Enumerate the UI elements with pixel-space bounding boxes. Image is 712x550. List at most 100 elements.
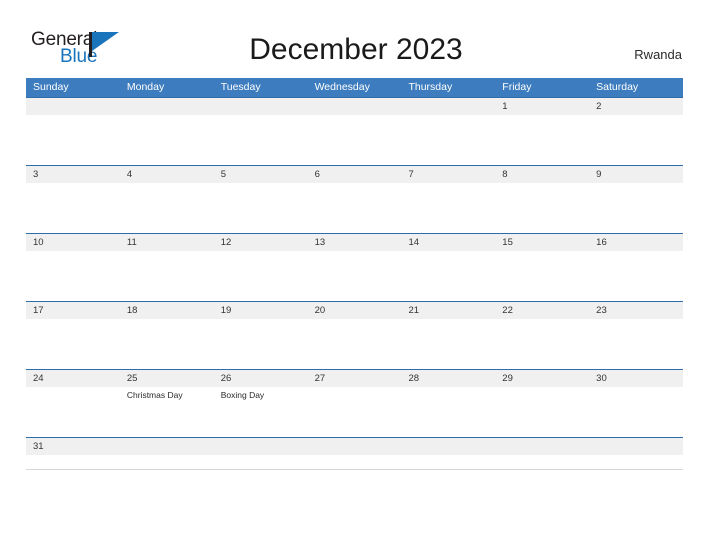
week-row: 31 [26, 437, 683, 470]
day-event [589, 319, 683, 369]
page-header: General Blue December 2023 Rwanda [0, 0, 712, 76]
day-number[interactable]: 28 [401, 370, 495, 387]
weekday-wednesday: Wednesday [314, 81, 370, 93]
week-date-band: 10 11 12 13 14 15 16 [26, 234, 683, 251]
day-number[interactable]: 31 [26, 438, 120, 455]
day-number[interactable]: 24 [26, 370, 120, 387]
day-event [495, 455, 589, 469]
day-event [308, 251, 402, 301]
day-event [308, 183, 402, 233]
calendar-grid: Sunday Monday Tuesday Wednesday Thursday… [26, 78, 683, 470]
day-number[interactable]: 23 [589, 302, 683, 319]
week-row: 1 2 [26, 97, 683, 165]
day-event [26, 115, 120, 165]
day-number[interactable] [26, 98, 120, 115]
day-number[interactable]: 18 [120, 302, 214, 319]
day-number[interactable]: 12 [214, 234, 308, 251]
page-title: December 2023 [249, 33, 463, 66]
day-event [401, 455, 495, 469]
weekday-header-row: Sunday Monday Tuesday Wednesday Thursday… [26, 78, 683, 97]
day-number[interactable]: 25 [120, 370, 214, 387]
day-number[interactable]: 7 [401, 166, 495, 183]
day-number[interactable] [401, 98, 495, 115]
day-event [26, 455, 120, 469]
day-event [26, 319, 120, 369]
day-number[interactable] [120, 438, 214, 455]
week-event-band [26, 319, 683, 369]
day-event [120, 455, 214, 469]
day-event [589, 183, 683, 233]
country-label: Rwanda [634, 47, 682, 62]
weekday-tuesday: Tuesday [220, 81, 261, 93]
weekday-saturday: Saturday [596, 81, 639, 93]
day-event [214, 455, 308, 469]
day-event [589, 455, 683, 469]
week-date-band: 31 [26, 438, 683, 455]
day-number[interactable] [589, 438, 683, 455]
weekday-monday: Monday [126, 81, 165, 93]
day-event [401, 319, 495, 369]
day-event [308, 387, 402, 437]
day-number[interactable]: 20 [308, 302, 402, 319]
week-event-band [26, 183, 683, 233]
day-event-christmas: Christmas Day [126, 390, 183, 400]
day-number[interactable]: 26 [214, 370, 308, 387]
day-event [495, 319, 589, 369]
day-number[interactable]: 10 [26, 234, 120, 251]
day-number[interactable]: 6 [308, 166, 402, 183]
day-event [26, 183, 120, 233]
day-number[interactable]: 16 [589, 234, 683, 251]
week-row: 3 4 5 6 7 8 9 [26, 165, 683, 233]
day-event [589, 387, 683, 437]
week-date-band: 17 18 19 20 21 22 23 [26, 302, 683, 319]
day-number[interactable] [214, 98, 308, 115]
day-number[interactable]: 27 [308, 370, 402, 387]
day-number[interactable] [308, 438, 402, 455]
day-event [495, 387, 589, 437]
day-number[interactable]: 8 [495, 166, 589, 183]
week-event-band [26, 455, 683, 469]
day-number[interactable]: 22 [495, 302, 589, 319]
day-number[interactable] [401, 438, 495, 455]
day-number[interactable]: 9 [589, 166, 683, 183]
day-event [401, 115, 495, 165]
week-date-band: 3 4 5 6 7 8 9 [26, 166, 683, 183]
day-event [401, 251, 495, 301]
week-event-band [26, 251, 683, 301]
day-number[interactable]: 30 [589, 370, 683, 387]
day-event [214, 319, 308, 369]
day-number[interactable] [495, 438, 589, 455]
day-event [495, 183, 589, 233]
day-event [495, 115, 589, 165]
day-number[interactable] [120, 98, 214, 115]
week-row: 17 18 19 20 21 22 23 [26, 301, 683, 369]
day-event [308, 455, 402, 469]
day-number[interactable]: 15 [495, 234, 589, 251]
day-number[interactable]: 11 [120, 234, 214, 251]
week-row: 10 11 12 13 14 15 16 [26, 233, 683, 301]
day-event [214, 115, 308, 165]
week-date-band: 24 25 26 27 28 29 30 [26, 370, 683, 387]
day-event [120, 251, 214, 301]
day-number[interactable]: 1 [495, 98, 589, 115]
day-number[interactable] [214, 438, 308, 455]
day-event [26, 387, 120, 437]
day-number[interactable]: 17 [26, 302, 120, 319]
day-number[interactable]: 14 [401, 234, 495, 251]
day-event [589, 115, 683, 165]
day-number[interactable]: 5 [214, 166, 308, 183]
day-number[interactable]: 19 [214, 302, 308, 319]
weekday-sunday: Sunday [33, 81, 69, 93]
day-event [120, 319, 214, 369]
day-event [214, 183, 308, 233]
day-number[interactable] [308, 98, 402, 115]
day-number[interactable]: 3 [26, 166, 120, 183]
day-number[interactable]: 29 [495, 370, 589, 387]
day-event [589, 251, 683, 301]
day-number[interactable]: 4 [120, 166, 214, 183]
day-number[interactable]: 2 [589, 98, 683, 115]
week-event-band [26, 115, 683, 165]
day-number[interactable]: 21 [401, 302, 495, 319]
weekday-thursday: Thursday [408, 81, 453, 93]
day-number[interactable]: 13 [308, 234, 402, 251]
